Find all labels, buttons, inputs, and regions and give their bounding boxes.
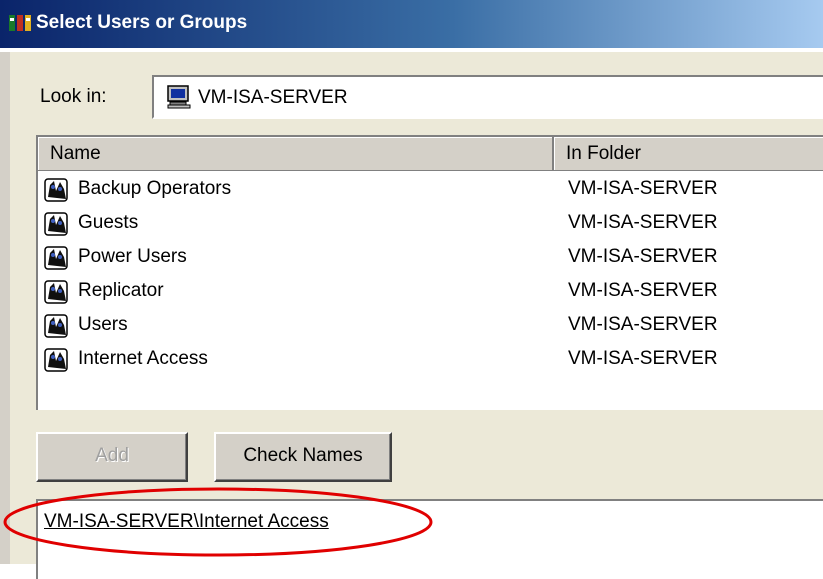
group-icon [44,212,68,236]
list-item[interactable]: Replicator VM-ISA-SERVER [38,274,823,308]
column-header-in-folder[interactable]: In Folder [554,137,823,170]
list-item[interactable]: Power Users VM-ISA-SERVER [38,240,823,274]
window-title: Select Users or Groups [36,12,248,33]
list-item[interactable]: Backup Operators VM-ISA-SERVER [38,172,823,206]
title-bar[interactable]: Select Users or Groups [0,0,823,48]
group-folder: VM-ISA-SERVER [568,348,718,369]
group-name: Internet Access [78,348,208,369]
list-header: Name In Folder [38,137,823,171]
group-folder: VM-ISA-SERVER [568,246,718,267]
computer-icon [167,85,191,109]
group-folder: VM-ISA-SERVER [568,178,718,199]
look-in-value: VM-ISA-SERVER [198,87,348,108]
group-icon [44,246,68,270]
group-folder: VM-ISA-SERVER [568,280,718,301]
dialog-body: Look in: VM-ISA-SERVER Name In Folder Ba… [0,52,823,579]
group-icon [44,348,68,372]
selected-names-field[interactable]: VM-ISA-SERVER\Internet Access [36,499,823,579]
selected-name-link[interactable]: VM-ISA-SERVER\Internet Access [44,511,329,533]
look-in-label: Look in: [40,86,107,107]
column-header-name[interactable]: Name [38,137,554,170]
group-name: Power Users [78,246,187,267]
list-item[interactable]: Internet Access VM-ISA-SERVER [38,342,823,376]
results-list[interactable]: Name In Folder Backup Operators VM-ISA-SE… [36,135,823,410]
add-button[interactable]: Add [36,432,188,482]
group-folder: VM-ISA-SERVER [568,314,718,335]
list-item[interactable]: Guests VM-ISA-SERVER [38,206,823,240]
group-icon [44,178,68,202]
group-icon [44,314,68,338]
group-icon [44,280,68,304]
users-groups-icon [9,15,31,31]
group-name: Backup Operators [78,178,232,199]
group-name: Guests [78,212,139,233]
group-name: Replicator [78,280,164,301]
group-name: Users [78,314,128,335]
look-in-field[interactable]: VM-ISA-SERVER [152,75,823,119]
group-folder: VM-ISA-SERVER [568,212,718,233]
check-names-button[interactable]: Check Names [214,432,392,482]
dialog-left-edge [0,52,10,564]
list-item[interactable]: Users VM-ISA-SERVER [38,308,823,342]
